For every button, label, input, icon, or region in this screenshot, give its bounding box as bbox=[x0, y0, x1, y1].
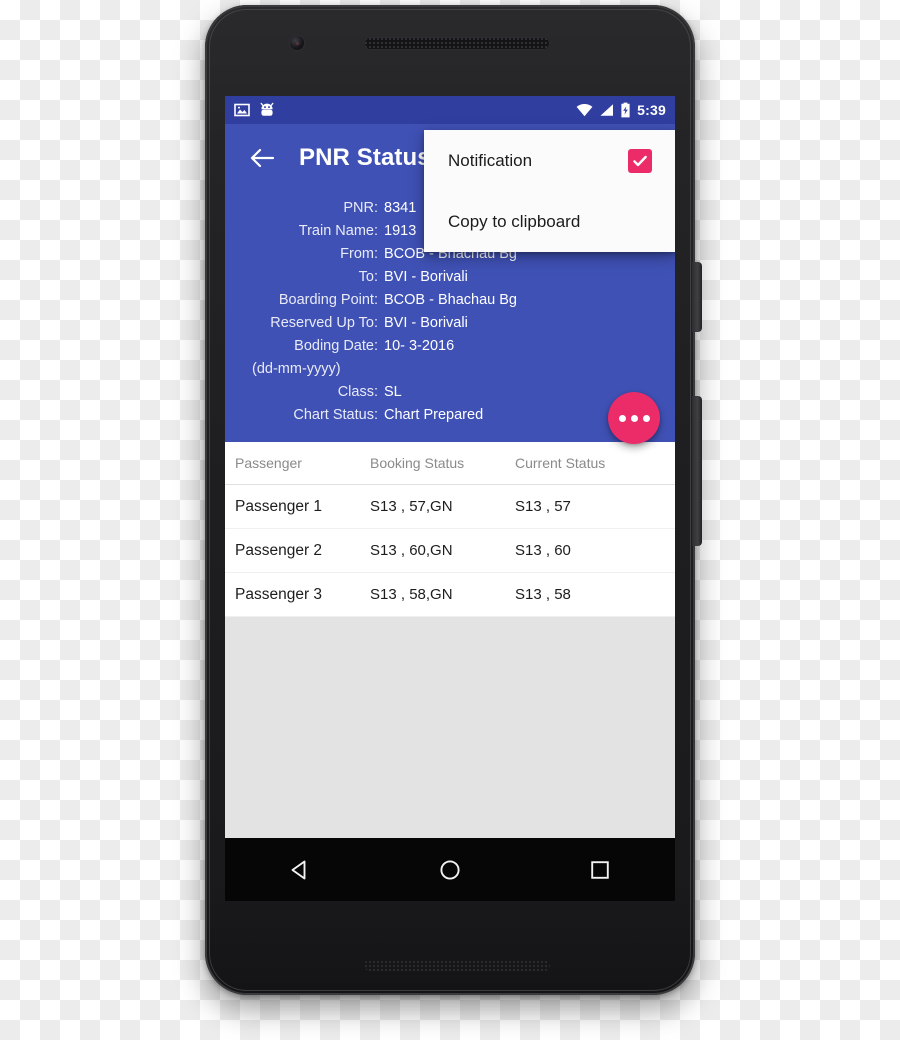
date-format-note: (dd-mm-yyyy) bbox=[252, 361, 341, 377]
column-header-passenger: Passenger bbox=[235, 455, 302, 471]
info-label: From: bbox=[340, 246, 378, 262]
screenshot-stage: 5:39 PNR Status PNR: 8341 Train Name: 19… bbox=[0, 0, 900, 1040]
menu-item-notification[interactable]: Notification bbox=[424, 130, 675, 191]
empty-content-area bbox=[225, 617, 675, 865]
table-row[interactable]: Passenger 1 S13 , 57,GN S13 , 57 bbox=[225, 485, 675, 529]
info-value: 10- 3-2016 bbox=[384, 338, 455, 354]
status-bar-clock: 5:39 bbox=[637, 102, 666, 118]
column-header-booking-status: Booking Status bbox=[370, 455, 465, 471]
cell-booking-status: S13 , 57,GN bbox=[370, 498, 453, 515]
checkbox-checked-icon[interactable] bbox=[628, 148, 652, 173]
info-label: Train Name: bbox=[298, 223, 378, 239]
battery-charging-icon bbox=[620, 102, 631, 118]
column-header-current-status: Current Status bbox=[515, 455, 606, 471]
overflow-menu: Notification Copy to clipboard bbox=[424, 130, 675, 252]
info-value: BVI - Borivali bbox=[384, 315, 468, 331]
info-row-boarding-point: Boarding Point: BCOB - Bhachau Bg bbox=[225, 290, 675, 311]
cell-passenger: Passenger 3 bbox=[235, 585, 323, 603]
info-label: Boding Date: bbox=[294, 338, 378, 354]
info-row-to: To: BVI - Borivali bbox=[225, 267, 675, 288]
more-horizontal-icon bbox=[642, 414, 650, 422]
info-value: BVI - Borivali bbox=[384, 269, 468, 285]
earpiece-speaker bbox=[364, 37, 550, 50]
cell-current-status: S13 , 58 bbox=[515, 586, 571, 603]
more-horizontal-icon bbox=[618, 414, 626, 422]
cell-passenger: Passenger 2 bbox=[235, 541, 323, 559]
info-value: BCOB - Bhachau Bg bbox=[384, 292, 517, 308]
status-bar-right-icons: 5:39 bbox=[576, 102, 666, 118]
phone-screen: 5:39 PNR Status PNR: 8341 Train Name: 19… bbox=[225, 96, 675, 901]
status-bar-left-icons bbox=[234, 102, 275, 118]
page-title: PNR Status bbox=[299, 144, 431, 171]
nav-recents-button[interactable] bbox=[577, 847, 623, 893]
table-header-row: Passenger Booking Status Current Status bbox=[225, 442, 675, 485]
more-options-fab[interactable] bbox=[608, 392, 660, 444]
info-label: Chart Status: bbox=[293, 407, 378, 423]
table-row[interactable]: Passenger 3 S13 , 58,GN S13 , 58 bbox=[225, 573, 675, 617]
more-horizontal-icon bbox=[630, 414, 638, 422]
triangle-back-icon bbox=[291, 860, 306, 879]
info-row-reserved-up-to: Reserved Up To: BVI - Borivali bbox=[225, 313, 675, 334]
cell-current-status: S13 , 60 bbox=[515, 542, 571, 559]
info-row-class: Class: SL bbox=[225, 382, 675, 403]
passenger-table: Passenger Booking Status Current Status … bbox=[225, 442, 675, 865]
menu-item-label: Notification bbox=[448, 150, 533, 170]
info-label: Reserved Up To: bbox=[270, 315, 378, 331]
power-button[interactable] bbox=[692, 262, 702, 332]
nav-home-button[interactable] bbox=[427, 847, 473, 893]
wifi-icon bbox=[576, 103, 593, 117]
bottom-speaker bbox=[364, 960, 550, 971]
table-row[interactable]: Passenger 2 S13 , 60,GN S13 , 60 bbox=[225, 529, 675, 573]
cell-booking-status: S13 , 60,GN bbox=[370, 542, 453, 559]
info-label: To: bbox=[358, 269, 378, 285]
nav-back-button[interactable] bbox=[277, 847, 323, 893]
screenshot-icon bbox=[234, 102, 250, 118]
square-recents-icon bbox=[591, 860, 609, 879]
menu-item-label: Copy to clipboard bbox=[448, 211, 581, 231]
info-row-date-format: (dd-mm-yyyy) bbox=[225, 359, 675, 380]
status-bar: 5:39 bbox=[225, 96, 675, 124]
info-label: Boarding Point: bbox=[278, 292, 378, 308]
cell-current-status: S13 , 57 bbox=[515, 498, 571, 515]
volume-rocker-button[interactable] bbox=[692, 396, 702, 546]
android-bugdroid-icon bbox=[259, 102, 275, 118]
android-nav-bar bbox=[225, 838, 675, 901]
circle-home-icon bbox=[440, 859, 460, 880]
cell-booking-status: S13 , 58,GN bbox=[370, 586, 453, 603]
back-arrow-icon[interactable] bbox=[247, 143, 277, 173]
cellular-signal-icon bbox=[599, 103, 614, 117]
info-label: PNR: bbox=[343, 200, 378, 216]
info-row-boding-date: Boding Date: 10- 3-2016 bbox=[225, 336, 675, 357]
front-camera bbox=[290, 36, 304, 50]
menu-item-copy-to-clipboard[interactable]: Copy to clipboard bbox=[424, 191, 675, 252]
cell-passenger: Passenger 1 bbox=[235, 497, 323, 515]
info-label: Class: bbox=[337, 384, 378, 400]
